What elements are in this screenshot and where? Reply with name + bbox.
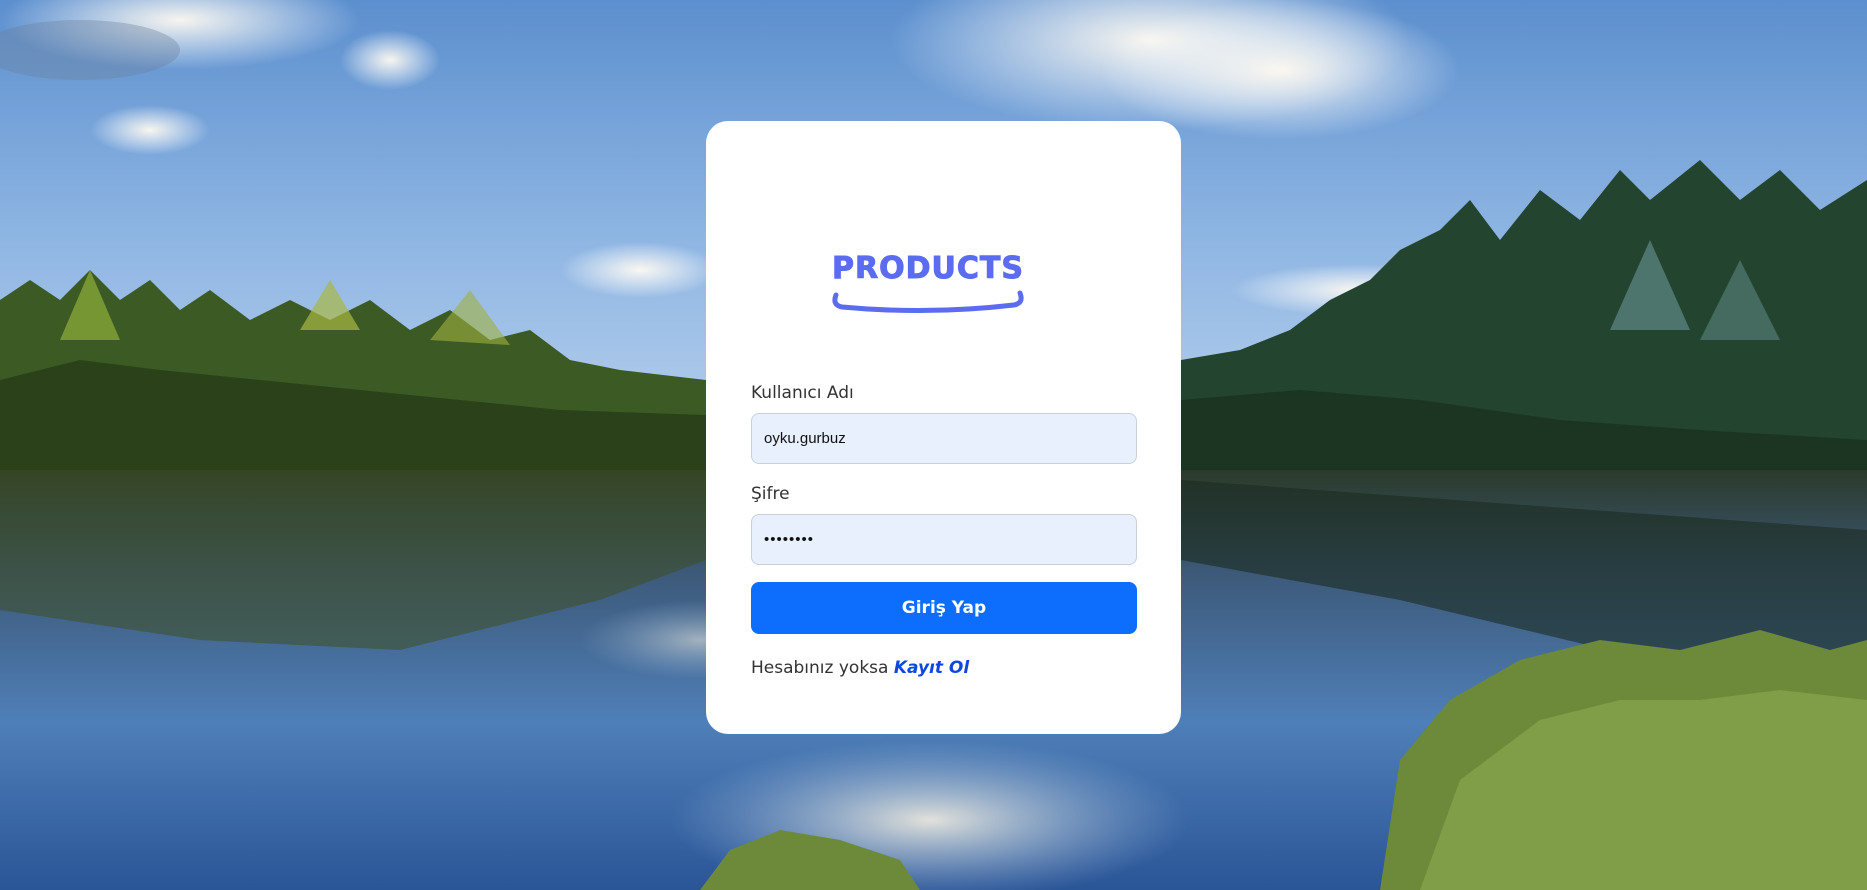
- register-prompt: Hesabınız yoksa Kayıt Ol: [751, 658, 969, 678]
- register-link[interactable]: Kayıt Ol: [894, 658, 969, 678]
- login-page: PRODUCTS Kullanıcı Adı Şifre Giriş Yap H…: [0, 0, 1867, 890]
- products-logo: PRODUCTS: [828, 249, 1028, 317]
- password-label: Şifre: [751, 484, 790, 504]
- password-input[interactable]: [751, 514, 1137, 565]
- logo-text: PRODUCTS: [832, 251, 1024, 287]
- register-prompt-text: Hesabınız yoksa: [751, 658, 889, 678]
- login-button[interactable]: Giriş Yap: [751, 582, 1137, 634]
- username-input[interactable]: [751, 413, 1137, 464]
- username-label: Kullanıcı Adı: [751, 383, 854, 403]
- login-card: PRODUCTS Kullanıcı Adı Şifre Giriş Yap H…: [706, 121, 1181, 734]
- logo-swoosh-icon: [832, 290, 1024, 314]
